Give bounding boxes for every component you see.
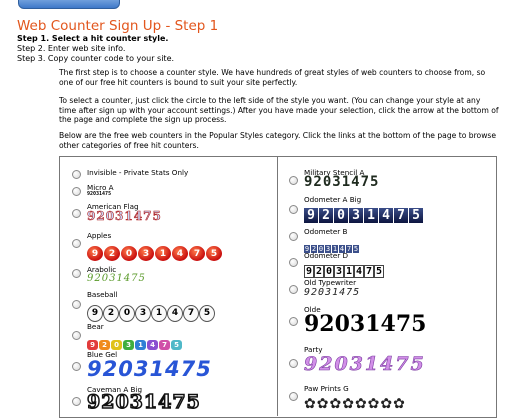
baseball-digit: 1 (151, 305, 167, 322)
radio-odometer-a-big[interactable] (289, 205, 298, 214)
counter-sample-paw-prints-g: ✿✿✿✿✿✿✿✿ (304, 393, 406, 412)
instructions-paragraph: To select a counter, just click the circ… (59, 96, 499, 124)
odometer-digit: 0 (334, 208, 348, 223)
counter-label-old-typewriter: Old Typewriter (304, 278, 357, 287)
category-paragraph: Below are the free web counters in the P… (59, 131, 497, 150)
step-3-text: Step 3. Copy counter code to your site. (17, 54, 175, 63)
radio-bear[interactable] (72, 331, 81, 340)
counter-sample-apples: 92031475 (87, 241, 223, 261)
bear-digit: 7 (159, 340, 170, 350)
apple-digit: 2 (104, 246, 120, 261)
baseball-digit: 5 (199, 305, 215, 322)
radio-invisible[interactable] (72, 170, 81, 179)
counter-label-paw-prints-g: Paw Prints G (304, 384, 349, 393)
counter-sample-baseball: 92031475 (87, 300, 215, 322)
radio-micro-a[interactable] (72, 187, 81, 196)
odometer-digit: 3 (349, 208, 363, 223)
odometer-digit: 9 (304, 265, 314, 278)
paw-print-icon: ✿ (380, 396, 393, 412)
baseball-digit: 7 (183, 305, 199, 322)
apple-digit: 7 (189, 246, 205, 261)
radio-old-typewriter[interactable] (289, 285, 298, 294)
apple-digit: 0 (121, 246, 137, 261)
apple-digit: 3 (138, 246, 154, 261)
radio-military-stencil-a[interactable] (289, 176, 298, 185)
odometer-digit: 4 (379, 208, 393, 223)
step-2-text: Step 2. Enter web site info. (17, 44, 126, 53)
radio-odometer-d[interactable] (289, 258, 298, 267)
apple-digit: 5 (206, 246, 222, 261)
counter-sample-micro-a: 92031475 (87, 191, 112, 197)
counter-sample-olde: 92031475 (304, 311, 427, 337)
bear-digit: 9 (87, 340, 98, 350)
radio-party[interactable] (289, 359, 298, 368)
counter-sample-odometer-d: 92031475 (304, 259, 384, 278)
counter-sample-american-flag: 92031475 (87, 209, 162, 224)
baseball-digit: 4 (167, 305, 183, 322)
baseball-digit: 9 (87, 305, 103, 322)
odometer-digit: 7 (364, 265, 374, 278)
counter-sample-blue-gel: 92031475 (87, 357, 212, 381)
radio-blue-gel[interactable] (72, 362, 81, 371)
step-1-text: Step 1. Select a hit counter style. (17, 34, 169, 43)
baseball-digit: 3 (135, 305, 151, 322)
bear-digit: 4 (147, 340, 158, 350)
odometer-digit: 3 (334, 265, 344, 278)
counter-sample-party: 92031475 (304, 353, 426, 376)
radio-olde[interactable] (289, 317, 298, 326)
bear-digit: 1 (135, 340, 146, 350)
radio-caveman-a-big[interactable] (72, 397, 81, 406)
apple-digit: 9 (87, 246, 103, 261)
odometer-digit: 2 (314, 265, 324, 278)
paw-print-icon: ✿ (393, 396, 405, 412)
panel-divider (277, 156, 278, 416)
bear-digit: 5 (171, 340, 182, 350)
odometer-digit: 5 (409, 208, 423, 223)
odometer-digit: 2 (319, 208, 333, 223)
paw-print-icon: ✿ (329, 396, 342, 412)
counter-label-invisible: Invisible - Private Stats Only (87, 168, 189, 177)
radio-apples[interactable] (72, 239, 81, 248)
odometer-digit: 4 (354, 265, 364, 278)
odometer-digit: 9 (304, 208, 318, 223)
counter-sample-military-stencil-a: 92031475 (304, 174, 380, 190)
baseball-digit: 2 (103, 305, 119, 322)
paw-print-icon: ✿ (316, 396, 329, 412)
intro-paragraph: The first step is to choose a counter st… (59, 68, 486, 87)
radio-arabolic[interactable] (72, 269, 81, 278)
apple-digit: 4 (172, 246, 188, 261)
odometer-digit: 5 (374, 265, 384, 278)
page-title: Web Counter Sign Up - Step 1 (17, 18, 219, 34)
counter-sample-bear: 92031475 (87, 332, 183, 351)
odometer-digit: 0 (324, 265, 334, 278)
paw-print-icon: ✿ (304, 396, 316, 412)
counter-sample-old-typewriter: 92031475 (304, 287, 361, 298)
counter-sample-arabolic: 92031475 (87, 273, 146, 284)
odometer-digit: 1 (344, 265, 354, 278)
radio-american-flag[interactable] (72, 209, 81, 218)
counter-label-odometer-b: Odometer B (304, 227, 348, 236)
radio-paw-prints-g[interactable] (289, 392, 298, 401)
counter-label-apples: Apples (87, 231, 112, 240)
paw-print-icon: ✿ (354, 396, 367, 412)
apple-digit: 1 (155, 246, 171, 261)
counter-label-odometer-a-big: Odometer A Big (304, 195, 362, 204)
paw-print-icon: ✿ (367, 396, 380, 412)
counter-sample-odometer-a-big: 92031475 (304, 204, 424, 223)
bear-digit: 0 (111, 340, 122, 350)
baseball-digit: 0 (119, 305, 135, 322)
odometer-digit: 5 (353, 245, 359, 253)
radio-baseball[interactable] (72, 300, 81, 309)
paw-print-icon: ✿ (342, 396, 354, 412)
bear-digit: 3 (123, 340, 134, 350)
bear-digit: 2 (99, 340, 110, 350)
odometer-digit: 7 (394, 208, 408, 223)
top-nav-button[interactable] (18, 0, 120, 9)
radio-odometer-b[interactable] (289, 232, 298, 241)
odometer-digit: 1 (364, 208, 378, 223)
counter-label-baseball: Baseball (87, 290, 118, 299)
counter-label-bear: Bear (87, 322, 104, 331)
